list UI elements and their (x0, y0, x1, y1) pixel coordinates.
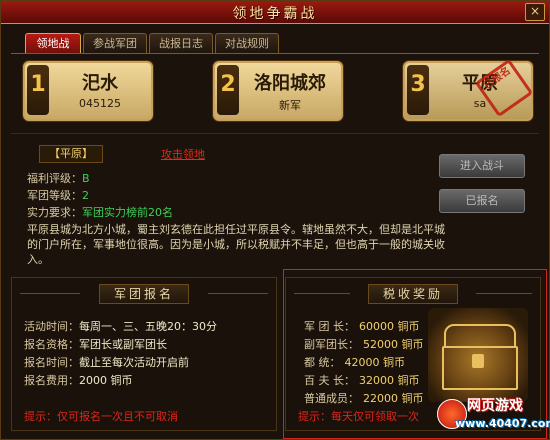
legion-level-row: 军团等级：2 (27, 187, 89, 203)
territory-card-1[interactable]: 1 汜水 045125 (23, 61, 153, 121)
attack-territory-link[interactable]: 攻击领地 (161, 146, 205, 162)
registered-button[interactable]: 已报名 (439, 189, 525, 213)
field-label: 活动时间： (24, 320, 79, 333)
divider (294, 293, 350, 294)
field-value: B (82, 172, 90, 185)
tax-panel-header: 税收奖励 (286, 282, 540, 304)
field-value: 每周一、三、五晚20：30分 (79, 320, 217, 333)
title-bar: 领地争霸战 × (1, 1, 549, 24)
tax-row-vice-commander: 副军团长： 52000 铜币 (304, 336, 424, 352)
tax-amount: 52000 铜币 (363, 338, 424, 351)
territory-owner: 045125 (79, 97, 121, 110)
territory-tag: 【平原】 (39, 145, 103, 163)
territory-name: 洛阳城郊 (254, 73, 326, 94)
tax-amount: 32000 铜币 (359, 374, 420, 387)
territory-number: 1 (27, 65, 49, 115)
tax-amount: 22000 铜币 (363, 392, 424, 405)
territory-card-3[interactable]: 3 平原 sa 已报名 (403, 58, 534, 121)
tax-row-centurion: 百 夫 长： 32000 铜币 (304, 372, 420, 388)
tax-role: 都 统： (304, 356, 341, 369)
tab-legions[interactable]: 参战军团 (83, 33, 147, 53)
signup-tip: 提示：仅可报名一次且不可取消 (24, 410, 178, 423)
tax-role: 军 团 长： (304, 320, 355, 333)
territory-name: 汜水 (82, 73, 118, 94)
enter-battle-button[interactable]: 进入战斗 (439, 154, 525, 178)
divider (208, 293, 268, 294)
field-value: 截止至每次活动开启前 (79, 356, 189, 369)
territory-number: 2 (217, 65, 239, 115)
treasure-chest-icon (428, 308, 528, 402)
game-window: 领地争霸战 × 领地战 参战军团 战报日志 对战规则 1 汜水 045125 2… (0, 0, 550, 440)
territory-info: 【平原】 攻击领地 福利评级：B 军团等级：2 实力要求：军团实力榜前20名 平… (11, 133, 539, 274)
field-label: 报名资格： (24, 338, 79, 351)
strength-requirement-row: 实力要求：军团实力榜前20名 (27, 204, 173, 220)
field-label: 福利评级： (27, 172, 82, 185)
watermark-url: www.40407.com (455, 417, 550, 430)
tax-amount: 42000 铜币 (344, 356, 406, 369)
field-label: 实力要求： (27, 206, 82, 219)
field-value: 2000 铜币 (79, 374, 133, 387)
site-watermark: 网页游戏 www.40407.com (437, 393, 550, 437)
tax-role: 副军团长： (304, 338, 359, 351)
tax-role: 普通成员： (304, 392, 359, 405)
signup-eligibility-row: 报名资格：军团长或副军团长 (24, 336, 167, 352)
territory-owner: 新军 (279, 99, 301, 112)
field-value: 2 (82, 189, 89, 202)
divider (20, 293, 80, 294)
tax-amount: 60000 铜币 (359, 320, 420, 333)
field-label: 报名费用： (24, 374, 79, 387)
tab-battle-log[interactable]: 战报日志 (149, 33, 213, 53)
field-label: 军团等级： (27, 189, 82, 202)
territory-number: 3 (407, 65, 429, 115)
territory-list: 1 汜水 045125 2 洛阳城郊 新军 3 平原 sa 已报名 (11, 57, 539, 127)
field-label: 报名时间： (24, 356, 79, 369)
field-value: 军团长或副军团长 (79, 338, 167, 351)
tax-row-member: 普通成员： 22000 铜币 (304, 390, 424, 406)
tax-row-dutong: 都 统： 42000 铜币 (304, 354, 405, 370)
window-title: 领地争霸战 (232, 6, 318, 22)
activity-time-row: 活动时间：每周一、三、五晚20：30分 (24, 318, 217, 334)
welfare-rating-row: 福利评级：B (27, 170, 90, 186)
signup-panel-title: 军团报名 (98, 284, 190, 304)
tax-tip: 提示：每天仅可领取一次 (298, 410, 419, 423)
field-value: 军团实力榜前20名 (82, 206, 173, 219)
signup-fee-row: 报名费用：2000 铜币 (24, 372, 133, 388)
watermark-title: 网页游戏 (467, 398, 523, 414)
close-button[interactable]: × (525, 3, 545, 21)
territory-description: 平原县城为北方小城，蜀主刘玄德在此担任过平原县令。辖地虽然不大，但却是北平城的门… (27, 223, 445, 266)
tax-role: 百 夫 长： (304, 374, 355, 387)
signup-panel: 军团报名 活动时间：每周一、三、五晚20：30分 报名资格：军团长或副军团长 报… (11, 277, 277, 431)
signup-time-row: 报名时间：截止至每次活动开启前 (24, 354, 189, 370)
tax-row-commander: 军 团 长： 60000 铜币 (304, 318, 420, 334)
divider (476, 293, 532, 294)
tab-divider (11, 53, 539, 54)
signup-panel-header: 军团报名 (12, 282, 276, 304)
tab-rules[interactable]: 对战规则 (215, 33, 279, 53)
territory-card-2[interactable]: 2 洛阳城郊 新军 (213, 61, 343, 121)
tab-territory-war[interactable]: 领地战 (25, 33, 81, 53)
tax-panel-title: 税收奖励 (367, 284, 459, 304)
